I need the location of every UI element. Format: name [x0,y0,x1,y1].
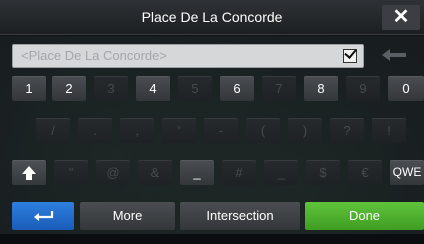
key-apostrophe: ' [162,118,196,143]
close-button[interactable]: ✕ [382,5,420,30]
back-button[interactable] [12,202,74,230]
key-close-paren: ) [288,118,322,143]
key-question: ? [330,118,364,143]
key-5: 5 [178,76,212,101]
key-4[interactable]: 4 [136,76,170,101]
key-period: . [78,118,112,143]
return-arrow-icon [34,211,54,221]
arrow-left-icon [382,49,406,61]
more-button[interactable]: More [80,202,175,230]
key-comma: , [120,118,154,143]
bottom-strip [0,234,424,244]
search-placeholder: <Place De La Concorde> [21,48,167,63]
arrow-up-icon [22,166,36,180]
key-hash: # [222,160,256,185]
page-title: Place De La Concorde [141,9,283,25]
backspace-button[interactable] [366,40,424,70]
key-euro: € [348,160,382,185]
key-1[interactable]: 1 [12,76,46,101]
key-slash: / [36,118,70,143]
key-7: 7 [262,76,296,101]
key-2[interactable]: 2 [52,76,86,101]
key-ampersand: & [138,160,172,185]
key-space[interactable]: _ [180,160,214,185]
key-0[interactable]: 0 [388,76,424,101]
key-at: @ [96,160,130,185]
key-6[interactable]: 6 [220,76,254,101]
keyboard-mode-button[interactable]: QWE [390,160,424,185]
checkbox-icon[interactable] [343,49,357,63]
done-button[interactable]: Done [305,202,424,230]
key-open-paren: ( [246,118,280,143]
key-9: 9 [346,76,380,101]
key-underscore: _ [264,160,298,185]
key-quote: " [54,160,88,185]
key-8[interactable]: 8 [304,76,338,101]
key-3: 3 [94,76,128,101]
key-exclamation: ! [372,118,406,143]
key-dollar: $ [306,160,340,185]
key-hyphen: - [204,118,238,143]
shift-button[interactable] [12,160,46,185]
search-field[interactable]: <Place De La Concorde> [12,44,364,68]
intersection-button[interactable]: Intersection [180,202,300,230]
